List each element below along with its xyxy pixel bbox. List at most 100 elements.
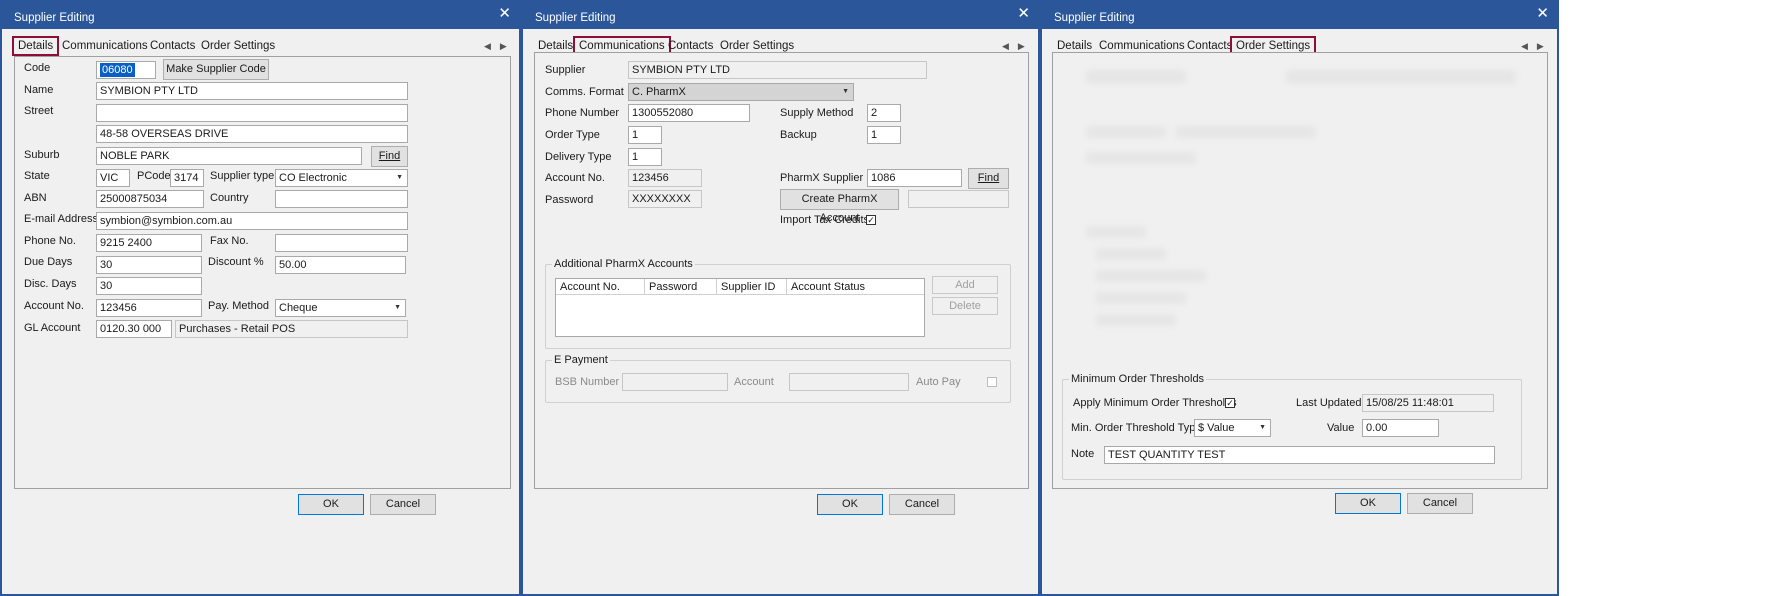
pcode-input[interactable]: 3174 (170, 169, 204, 187)
blurred-block (1096, 248, 1166, 260)
account-input[interactable]: 123456 (96, 299, 202, 317)
phone-input[interactable]: 9215 2400 (96, 234, 202, 252)
fax-input[interactable] (275, 234, 408, 252)
street-line1-input[interactable] (96, 104, 408, 122)
due-days-input[interactable]: 30 (96, 256, 202, 274)
delivery-type-input[interactable]: 1 (628, 148, 662, 166)
discount-label: Discount % (208, 256, 264, 268)
pay-method-select[interactable]: Cheque ▼ (275, 299, 406, 317)
dialog-title: Supplier Editing (535, 12, 616, 24)
tab-communications[interactable]: Communications (62, 40, 148, 52)
due-days-label: Due Days (24, 256, 73, 268)
grid-header-account-status[interactable]: Account Status (787, 279, 924, 295)
code-value: 06080 (100, 63, 135, 77)
blurred-block (1086, 126, 1166, 138)
name-input[interactable]: SYMBION PTY LTD (96, 82, 408, 100)
tab-contacts[interactable]: Contacts (1187, 40, 1232, 52)
tab-details[interactable]: Details (538, 40, 573, 52)
code-input[interactable]: 06080 (96, 61, 156, 79)
comms-format-label: Comms. Format (545, 86, 624, 98)
grid-header-password[interactable]: Password (645, 279, 717, 295)
order-type-label: Order Type (545, 129, 600, 141)
state-input[interactable]: VIC (96, 169, 130, 187)
tab-contacts[interactable]: Contacts (668, 40, 713, 52)
chevron-down-icon: ▼ (1259, 424, 1266, 431)
pharmx-supplier-id-label: PharmX Supplier ID (780, 172, 878, 184)
ok-button[interactable]: OK (817, 494, 883, 515)
suburb-find-button[interactable]: Find (371, 146, 408, 167)
blurred-block (1086, 70, 1186, 84)
country-input[interactable] (275, 190, 408, 208)
close-icon[interactable]: ✕ (1536, 4, 1549, 22)
order-type-input[interactable]: 1 (628, 126, 662, 144)
dialog-order-settings: Supplier Editing ✕ Details Communication… (1040, 0, 1559, 596)
import-tax-credits-checkbox[interactable]: ✓ (866, 215, 876, 225)
phone-number-input[interactable]: 1300552080 (628, 104, 750, 122)
supplier-field: SYMBION PTY LTD (628, 61, 927, 79)
blurred-block (1086, 226, 1146, 238)
delete-account-button[interactable]: Delete (932, 297, 998, 315)
auto-pay-checkbox[interactable] (987, 377, 997, 387)
backup-input[interactable]: 1 (867, 126, 901, 144)
gl-code-input[interactable]: 0120.30 000 (96, 320, 172, 338)
dialog-communications: Supplier Editing ✕ Details Communication… (521, 0, 1040, 596)
ok-button[interactable]: OK (298, 494, 364, 515)
last-updated-field: 15/08/25 11:48:01 (1362, 394, 1494, 412)
cancel-button[interactable]: Cancel (1407, 493, 1473, 514)
add-account-button[interactable]: Add (932, 276, 998, 294)
close-icon[interactable]: ✕ (1017, 4, 1030, 22)
discount-input[interactable]: 50.00 (275, 256, 406, 274)
auto-pay-label: Auto Pay (916, 376, 961, 388)
blurred-block (1096, 314, 1176, 326)
apply-thresholds-checkbox[interactable]: ✓ (1225, 398, 1235, 408)
pharmx-find-button[interactable]: Find (968, 168, 1009, 189)
tab-order-settings[interactable]: Order Settings (201, 40, 275, 52)
make-supplier-code-button[interactable]: Make Supplier Code (163, 59, 269, 80)
abn-input[interactable]: 25000875034 (96, 190, 204, 208)
cancel-button[interactable]: Cancel (370, 494, 436, 515)
tab-details[interactable]: Details (12, 36, 60, 56)
ok-button[interactable]: OK (1335, 493, 1401, 514)
street-line2-input[interactable]: 48-58 OVERSEAS DRIVE (96, 125, 408, 143)
pharmx-accounts-grid[interactable]: Account No. Password Supplier ID Account… (555, 278, 925, 337)
blurred-block (1086, 152, 1196, 164)
create-pharmx-account-button[interactable]: Create PharmX Account (780, 189, 899, 224)
tab-scroll-arrows-icon[interactable]: ◀▶ (484, 41, 516, 52)
cancel-button[interactable]: Cancel (889, 494, 955, 515)
tab-contacts[interactable]: Contacts (150, 40, 195, 52)
supply-method-input[interactable]: 2 (867, 104, 901, 122)
threshold-type-select[interactable]: $ Value ▼ (1194, 419, 1271, 437)
additional-pharmx-accounts-title: Additional PharmX Accounts (552, 258, 695, 270)
password-field[interactable]: XXXXXXXX (628, 190, 702, 208)
email-label: E-mail Address (24, 213, 98, 225)
chevron-down-icon: ▼ (842, 88, 849, 95)
epay-account-input[interactable] (789, 373, 909, 391)
tab-scroll-arrows-icon[interactable]: ◀▶ (1002, 41, 1034, 52)
comm-account-label: Account No. (545, 172, 605, 184)
phone-number-label: Phone Number (545, 107, 619, 119)
tab-order-settings[interactable]: Order Settings (720, 40, 794, 52)
note-input[interactable]: TEST QUANTITY TEST (1104, 446, 1495, 464)
grid-header-account-no[interactable]: Account No. (556, 279, 645, 295)
name-label: Name (24, 84, 54, 96)
suburb-input[interactable]: NOBLE PARK (96, 147, 362, 165)
supplier-type-select[interactable]: CO Electronic ▼ (275, 169, 408, 187)
pharmx-supplier-id-input[interactable]: 1086 (867, 169, 962, 187)
grid-header-supplier-id[interactable]: Supplier ID (717, 279, 787, 295)
threshold-value-input[interactable]: 0.00 (1362, 419, 1439, 437)
tab-scroll-arrows-icon[interactable]: ◀▶ (1521, 41, 1553, 52)
email-input[interactable]: symbion@symbion.com.au (96, 212, 408, 230)
last-updated-label: Last Updated (1296, 397, 1362, 409)
comm-account-field: 123456 (628, 169, 702, 187)
gl-account-label: GL Account (24, 322, 81, 334)
blurred-content-region (1056, 56, 1542, 360)
comms-format-select[interactable]: C. PharmX ▼ (628, 83, 854, 101)
tab-communications[interactable]: Communications (1099, 40, 1185, 52)
blurred-block (1096, 292, 1186, 304)
close-icon[interactable]: ✕ (498, 4, 511, 22)
disc-days-input[interactable]: 30 (96, 277, 202, 295)
gl-desc-field: Purchases - Retail POS (175, 320, 408, 338)
comms-format-value: C. PharmX (632, 86, 686, 98)
tab-details[interactable]: Details (1057, 40, 1092, 52)
bsb-number-input[interactable] (622, 373, 728, 391)
